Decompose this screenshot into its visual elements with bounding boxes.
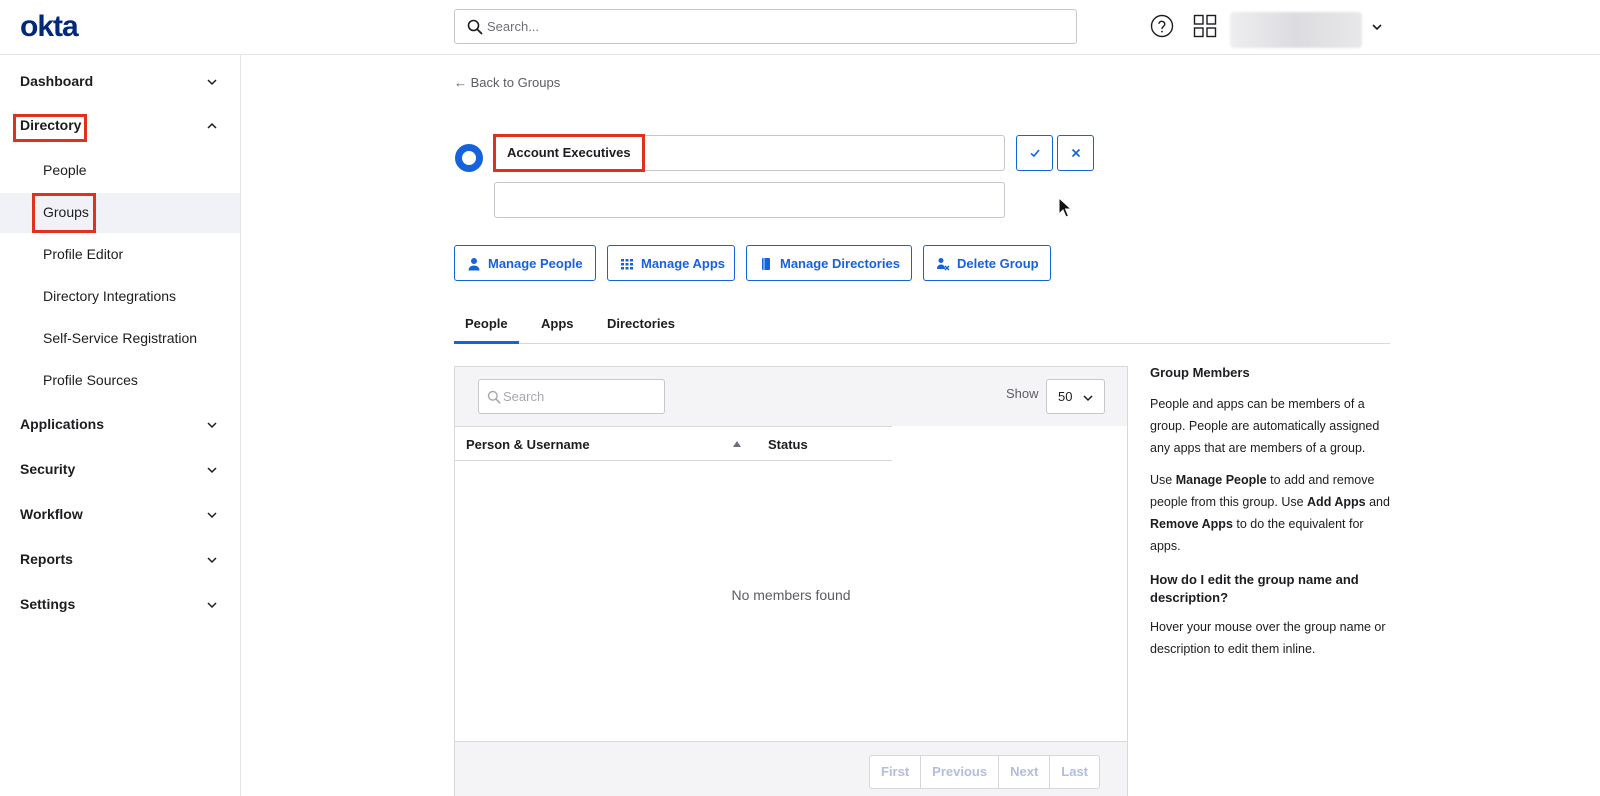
active-tab-indicator [454,341,519,344]
column-status[interactable]: Status [768,437,808,452]
cancel-name-button[interactable] [1057,135,1094,171]
check-icon [1030,149,1040,158]
tab-people[interactable]: People [465,316,508,331]
sidebar-item-label: Profile Sources [43,372,138,388]
column-person-username[interactable]: Person & Username [466,437,590,452]
help-paragraph-3: Hover your mouse over the group name or … [1150,620,1386,656]
global-search[interactable] [454,9,1077,44]
sidebar-item-label: Reports [20,551,73,567]
chevron-down-icon [207,602,217,609]
chevron-up-icon [207,122,217,129]
mouse-cursor-icon [1058,197,1072,218]
okta-logo[interactable]: okta [20,10,79,44]
manage-apps-button[interactable]: Manage Apps [607,245,735,281]
top-bar: okta [0,0,1600,55]
manage-directories-label: Manage Directories [780,256,900,271]
pager-previous-button[interactable]: Previous [921,756,1000,788]
search-icon [487,390,501,404]
help-title-2: How do I edit the group name and descrip… [1150,572,1359,605]
chevron-down-icon [207,79,217,86]
sidebar-item-label: Security [20,461,76,477]
sidebar-item-workflow[interactable]: Workflow [0,497,240,533]
sidebar-item-label: Directory Integrations [43,288,177,304]
highlight-box-group-name [493,134,645,172]
group-description-field[interactable] [494,182,1005,218]
sidebar-item-people[interactable]: People [0,151,240,191]
person-icon [468,258,480,271]
sidebar-item-dashboard[interactable]: Dashboard [0,64,240,100]
pager-last-button[interactable]: Last [1050,756,1099,788]
chevron-down-icon[interactable] [1370,20,1384,34]
help-paragraph-1: People and apps can be members of a grou… [1150,397,1380,455]
page-size-select[interactable]: 50 [1046,379,1105,414]
book-icon [762,258,770,270]
sidebar-item-self-service-registration[interactable]: Self-Service Registration [0,319,240,359]
empty-table-message: No members found [731,587,851,603]
pager-first-button[interactable]: First [870,756,922,788]
sidebar-item-security[interactable]: Security [0,452,240,488]
pagination: First Previous Next Last [869,755,1101,789]
members-search-input[interactable] [503,380,658,413]
sidebar-item-settings[interactable]: Settings [0,587,240,623]
sort-ascending-icon[interactable] [732,440,742,448]
apps-grid-icon [621,259,633,270]
manage-people-button[interactable]: Manage People [454,245,596,281]
delete-group-icon [937,258,950,271]
sidebar-item-directory-integrations[interactable]: Directory Integrations [0,277,240,317]
sidebar: Dashboard Directory People Groups Profil… [0,55,241,796]
tab-directories[interactable]: Directories [607,316,675,331]
sidebar-item-label: Self-Service Registration [43,330,198,346]
sidebar-item-profile-sources[interactable]: Profile Sources [0,361,240,401]
group-icon [455,144,483,172]
sidebar-item-label: Applications [20,416,105,432]
chevron-down-icon [207,422,217,429]
page-size-value: 50 [1058,389,1073,404]
delete-group-button[interactable]: Delete Group [923,245,1051,281]
members-table-panel: Show 50 Person & Username Status No memb… [454,366,1128,796]
delete-group-label: Delete Group [957,256,1039,271]
sidebar-item-label: Profile Editor [43,246,124,262]
manage-directories-button[interactable]: Manage Directories [746,245,912,281]
manage-people-label: Manage People [488,256,583,271]
chevron-down-icon [1083,395,1093,402]
highlight-box-groups [32,193,96,233]
sidebar-item-applications[interactable]: Applications [0,407,240,443]
close-icon [1071,148,1081,158]
table-toolbar: Show 50 [455,367,1127,426]
sidebar-item-profile-editor[interactable]: Profile Editor [0,235,240,275]
group-tabs: People Apps Directories [454,305,1390,344]
sidebar-item-label: Settings [20,596,76,612]
table-header-row: Person & Username Status [455,426,892,461]
search-icon [467,19,483,35]
manage-apps-label: Manage Apps [641,256,726,271]
global-search-input[interactable] [487,10,1067,43]
show-label: Show [1006,386,1039,401]
tab-apps[interactable]: Apps [541,316,574,331]
highlight-box-directory [13,114,87,142]
table-footer: First Previous Next Last [455,741,1127,796]
user-menu-avatar[interactable] [1230,12,1362,48]
sidebar-item-label: People [43,162,87,178]
chevron-down-icon [207,467,217,474]
apps-grid-icon[interactable] [1193,14,1217,38]
help-title: Group Members [1150,365,1250,380]
help-icon[interactable] [1150,14,1174,38]
chevron-down-icon [207,557,217,564]
chevron-down-icon [207,512,217,519]
save-name-button[interactable] [1016,135,1053,171]
sidebar-item-label: Dashboard [20,73,94,89]
sidebar-item-label: Workflow [20,506,83,522]
sidebar-item-reports[interactable]: Reports [0,542,240,578]
help-panel: Group Members People and apps can be mem… [1150,364,1395,670]
members-search[interactable] [478,379,665,414]
back-to-groups-link[interactable]: ← Back to Groups [454,75,560,90]
pager-next-button[interactable]: Next [999,756,1051,788]
help-paragraph-2: Use Manage People to add and remove peop… [1150,473,1390,553]
